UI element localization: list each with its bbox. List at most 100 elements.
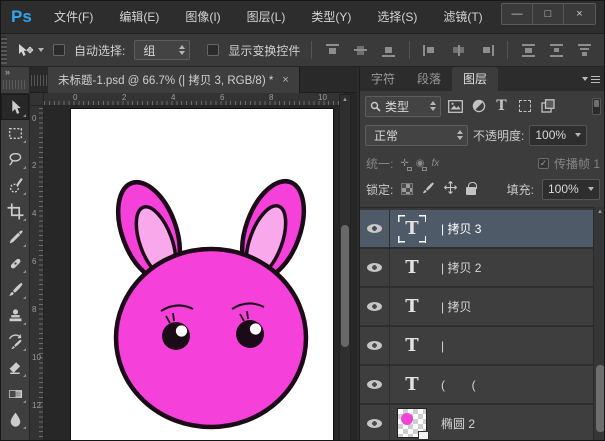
healing-brush-tool[interactable] bbox=[1, 250, 29, 276]
eraser-tool[interactable] bbox=[1, 354, 29, 380]
align-bottom-icon[interactable] bbox=[381, 44, 396, 57]
collapse-toolbar-icon[interactable]: » bbox=[1, 67, 29, 77]
document-close-icon[interactable]: × bbox=[282, 74, 288, 86]
layers-scrollbar[interactable]: ▲ bbox=[593, 207, 605, 440]
visibility-cell[interactable] bbox=[360, 366, 390, 403]
document-tab[interactable]: 未标题-1.psd @ 66.7% (| 拷贝 3, RGB/8) * × bbox=[48, 67, 300, 93]
panel-menu-icon[interactable] bbox=[582, 73, 600, 85]
eye-icon[interactable] bbox=[367, 263, 382, 272]
fill-arrow-icon[interactable] bbox=[588, 187, 594, 191]
layer-name[interactable]: | 拷贝 3 bbox=[441, 220, 481, 237]
blur-tool[interactable] bbox=[1, 406, 29, 432]
lock-all-icon[interactable] bbox=[466, 187, 476, 195]
menu-layer[interactable]: 图层(L) bbox=[234, 1, 299, 34]
visibility-cell[interactable] bbox=[360, 288, 390, 325]
lock-pixels-icon[interactable] bbox=[421, 181, 435, 198]
tab-character[interactable]: 字符 bbox=[360, 67, 406, 91]
auto-select-scope-dropdown[interactable]: 组 bbox=[134, 40, 190, 60]
scroll-up-icon[interactable]: ▲ bbox=[594, 207, 605, 217]
crop-tool[interactable] bbox=[1, 198, 29, 224]
tab-paragraph[interactable]: 段落 bbox=[406, 67, 452, 91]
canvas-page[interactable] bbox=[71, 109, 333, 441]
layer-row[interactable]: T ( ( bbox=[360, 366, 593, 405]
blend-mode-dropdown[interactable]: 正常 bbox=[365, 125, 468, 146]
text-layer-thumbnail[interactable]: T bbox=[398, 293, 426, 321]
maximize-button[interactable]: □ bbox=[533, 4, 564, 24]
filter-adjustment-layers-icon[interactable] bbox=[470, 98, 487, 115]
opacity-field[interactable]: 100% bbox=[529, 125, 587, 146]
opacity-arrow-icon[interactable] bbox=[575, 133, 581, 137]
eyedropper-tool[interactable] bbox=[1, 224, 29, 250]
shape-layer-thumbnail[interactable] bbox=[397, 408, 427, 438]
history-brush-tool[interactable] bbox=[1, 328, 29, 354]
text-layer-thumbnail[interactable]: T bbox=[398, 371, 426, 399]
align-hcenter-icon[interactable] bbox=[451, 44, 466, 57]
layer-row[interactable]: 椭圆 2 bbox=[360, 405, 593, 441]
canvas-scrollbar-thumb[interactable] bbox=[341, 225, 349, 347]
unify-style-icon[interactable]: fx bbox=[431, 158, 439, 169]
text-layer-thumbnail[interactable]: T bbox=[398, 215, 426, 243]
layer-name[interactable]: ( ( bbox=[441, 378, 476, 392]
unify-visibility-icon[interactable]: ◉ bbox=[416, 158, 425, 169]
vertical-ruler[interactable]: 0 2 4 6 8 10 12 bbox=[30, 106, 44, 441]
align-vcenter-icon[interactable] bbox=[353, 44, 368, 57]
menu-edit[interactable]: 编辑(E) bbox=[106, 1, 172, 34]
menu-image[interactable]: 图像(I) bbox=[172, 1, 233, 34]
filter-kind-dropdown[interactable]: 类型 bbox=[365, 96, 441, 117]
clone-stamp-tool[interactable] bbox=[1, 302, 29, 328]
marquee-tool[interactable] bbox=[1, 120, 29, 146]
lock-transparency-icon[interactable] bbox=[401, 183, 413, 195]
eye-icon[interactable] bbox=[367, 302, 382, 311]
visibility-cell[interactable] bbox=[360, 210, 390, 247]
filter-pixel-layers-icon[interactable] bbox=[447, 98, 464, 115]
distribute-vcenter-icon[interactable] bbox=[549, 44, 564, 57]
propagate-frame-checkbox[interactable]: ✓ bbox=[538, 158, 549, 169]
tool-preset-arrow-icon[interactable] bbox=[38, 48, 44, 52]
tab-layers[interactable]: 图层 bbox=[452, 67, 498, 91]
layer-row[interactable]: T | 拷贝 bbox=[360, 288, 593, 327]
scroll-up-icon[interactable]: ▲ bbox=[340, 95, 350, 105]
fill-field[interactable]: 100% bbox=[542, 179, 600, 200]
text-layer-thumbnail[interactable]: T bbox=[398, 254, 426, 282]
align-right-icon[interactable] bbox=[479, 44, 494, 57]
minimize-button[interactable]: — bbox=[502, 4, 533, 24]
horizontal-ruler[interactable]: 0 2 4 6 8 10 bbox=[44, 93, 344, 106]
layer-name[interactable]: | 拷贝 2 bbox=[441, 259, 481, 276]
show-transform-checkbox[interactable] bbox=[207, 44, 219, 56]
unify-position-icon[interactable]: ✛ bbox=[400, 158, 408, 169]
layers-scrollbar-thumb[interactable] bbox=[596, 365, 605, 432]
layer-name[interactable]: | bbox=[441, 339, 444, 353]
menu-type[interactable]: 类型(Y) bbox=[298, 1, 364, 34]
eye-icon[interactable] bbox=[367, 419, 382, 428]
auto-select-checkbox[interactable] bbox=[53, 44, 65, 56]
eye-icon[interactable] bbox=[367, 380, 382, 389]
text-layer-thumbnail[interactable]: T bbox=[398, 332, 426, 360]
layer-row[interactable]: T | 拷贝 2 bbox=[360, 249, 593, 288]
visibility-cell[interactable] bbox=[360, 327, 390, 364]
menu-select[interactable]: 选择(S) bbox=[364, 1, 430, 34]
toolbar-grip[interactable] bbox=[3, 80, 27, 89]
distribute-bottom-icon[interactable] bbox=[577, 44, 592, 57]
filter-smart-object-icon[interactable] bbox=[539, 98, 556, 115]
move-tool[interactable] bbox=[1, 94, 29, 120]
lasso-tool[interactable] bbox=[1, 146, 29, 172]
layer-name[interactable]: 椭圆 2 bbox=[441, 415, 475, 432]
filter-shape-layers-icon[interactable] bbox=[516, 98, 533, 115]
eye-icon[interactable] bbox=[367, 224, 382, 233]
distribute-top-icon[interactable] bbox=[521, 44, 536, 57]
eye-icon[interactable] bbox=[367, 341, 382, 350]
menu-filter[interactable]: 滤镜(T) bbox=[430, 1, 495, 34]
visibility-cell[interactable] bbox=[360, 249, 390, 286]
brush-tool[interactable] bbox=[1, 276, 29, 302]
filter-toggle-switch[interactable] bbox=[592, 98, 601, 115]
canvas-scrollbar[interactable]: ▲ bbox=[339, 94, 351, 441]
gradient-tool[interactable] bbox=[1, 380, 29, 406]
align-left-icon[interactable] bbox=[423, 44, 438, 57]
close-button[interactable]: × bbox=[564, 4, 595, 24]
layer-name[interactable]: | 拷贝 bbox=[441, 298, 471, 315]
visibility-cell[interactable] bbox=[360, 405, 390, 441]
lock-position-icon[interactable] bbox=[443, 180, 458, 198]
layer-row[interactable]: T | 拷贝 3 bbox=[360, 210, 593, 249]
menu-file[interactable]: 文件(F) bbox=[41, 1, 106, 34]
align-top-icon[interactable] bbox=[325, 44, 340, 57]
